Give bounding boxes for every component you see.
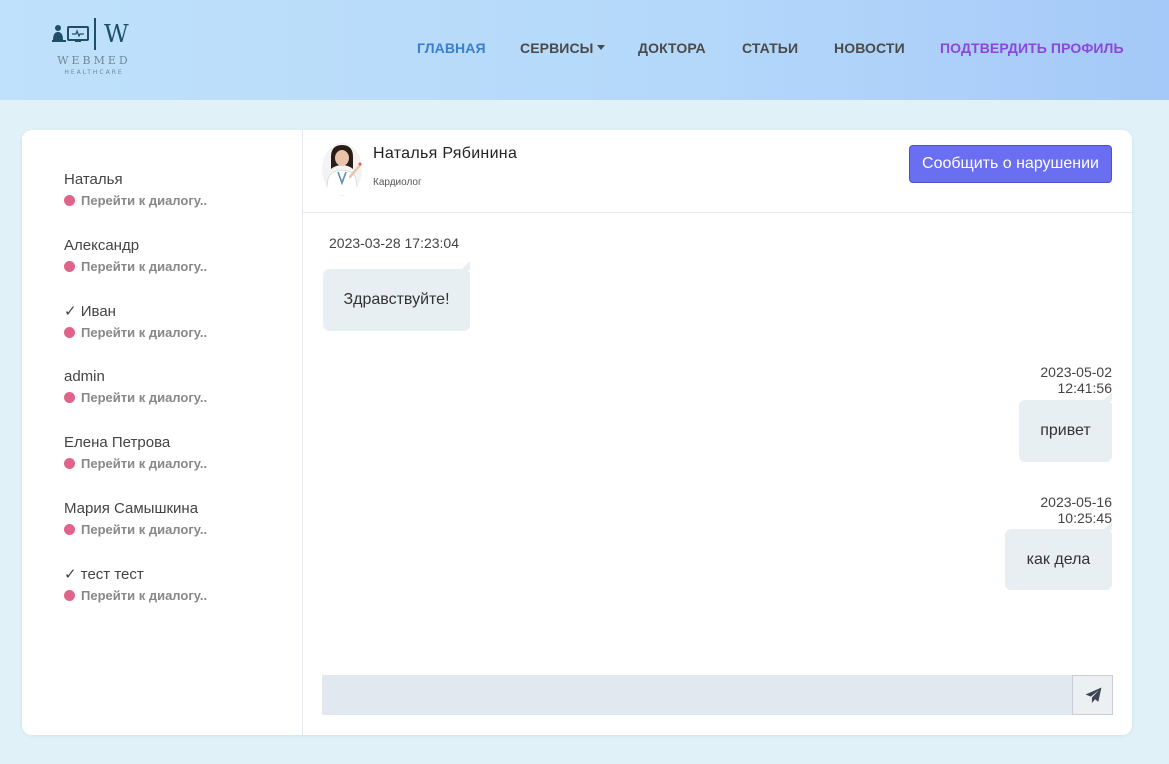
doctor-avatar [322,143,362,196]
dialog-contact-name: Мария Самышкина [64,500,199,517]
nav-doctors[interactable]: ДОКТОРА [638,40,706,56]
dialog-status-label: Перейти к диалогу.. [81,193,208,208]
message-timestamp: 2023-03-28 17:23:04 [329,235,459,251]
dialog-item[interactable]: admin Перейти к диалогу.. [64,367,284,405]
dialog-open-link[interactable]: Перейти к диалогу.. [64,588,284,603]
message-bubble-incoming: Здравствуйте! [323,261,470,331]
webmed-logo[interactable]: W WEBMED HEALTHCARE [50,16,140,82]
status-dot [64,327,75,338]
dialog-open-link[interactable]: Перейти к диалогу.. [64,522,284,537]
nav-news[interactable]: НОВОСТИ [834,40,905,56]
top-navbar: W WEBMED HEALTHCARE ГЛАВНАЯ СЕРВИСЫ ДОКТ… [0,0,1169,100]
status-dot [64,195,75,206]
dialog-contact-name: admin [64,368,105,385]
dialog-item[interactable]: Мария Самышкина Перейти к диалогу.. [64,499,284,537]
chat-card: Наталья Перейти к диалогу.. Александр Пе… [22,130,1132,735]
message-bubble-outgoing: как дела [1005,521,1112,590]
nav-services-dropdown[interactable]: СЕРВИСЫ [520,40,606,56]
dialog-item[interactable]: Александр Перейти к диалогу.. [64,236,284,274]
message-composer [322,675,1113,715]
status-dot [64,524,75,535]
dialog-status-label: Перейти к диалогу.. [81,588,208,603]
dialog-item[interactable]: Наталья Перейти к диалогу.. [64,170,284,208]
dialog-contact-name: Наталья [64,171,123,188]
dialog-contact-name: Александр [64,237,140,254]
nav-articles[interactable]: СТАТЬИ [742,40,798,56]
dialog-contact-name: Елена Петрова [64,434,171,451]
dialog-item[interactable]: ✓ тест тест Перейти к диалогу.. [64,565,284,603]
chat-header: Наталья Рябинина Кардиолог Сообщить о на… [303,130,1132,213]
message-input[interactable] [322,675,1072,715]
doctor-specialty: Кардиолог [373,177,422,188]
dialog-status-label: Перейти к диалогу.. [81,456,208,471]
dialog-status-label: Перейти к диалогу.. [81,325,208,340]
dialog-open-link[interactable]: Перейти к диалогу.. [64,193,284,208]
dialog-contact-name: ✓ Иван [64,303,116,320]
dialog-open-link[interactable]: Перейти к диалогу.. [64,390,284,405]
dialog-contact-name: ✓ тест тест [64,566,144,583]
dialog-open-link[interactable]: Перейти к диалогу.. [64,325,284,340]
doctor-computer-icon [52,25,89,42]
doctor-portrait-icon [322,143,362,196]
message-timestamp: 2023-05-02 12:41:56 [1040,364,1112,396]
dialog-status-label: Перейти к диалогу.. [81,522,208,537]
logo-divider [94,18,96,50]
caret-down-icon [597,45,606,50]
logo-letter: W [104,20,129,48]
status-dot [64,261,75,272]
dialog-status-label: Перейти к диалогу.. [81,259,208,274]
send-button[interactable] [1072,675,1113,715]
dialog-list: Наталья Перейти к диалогу.. Александр Пе… [22,130,303,735]
nav-services-label: СЕРВИСЫ [520,40,594,56]
doctor-name: Наталья Рябинина [373,145,518,162]
status-dot [64,458,75,469]
report-violation-button[interactable]: Сообщить о нарушении [909,145,1112,183]
logo-wordmark: WEBMED [57,54,131,67]
dialog-open-link[interactable]: Перейти к диалогу.. [64,259,284,274]
dialog-item[interactable]: ✓ Иван Перейти к диалогу.. [64,302,284,340]
message-bubble-outgoing: привет [1019,392,1112,462]
nav-confirm-profile[interactable]: ПОДТВЕРДИТЬ ПРОФИЛЬ [940,40,1124,56]
logo-tagline: HEALTHCARE [64,69,124,76]
message-timestamp: 2023-05-16 10:25:45 [1040,494,1112,526]
nav-home[interactable]: ГЛАВНАЯ [417,40,486,56]
status-dot [64,590,75,601]
dialog-item[interactable]: Елена Петрова Перейти к диалогу.. [64,433,284,471]
dialog-status-label: Перейти к диалогу.. [81,390,208,405]
status-dot [64,392,75,403]
paper-plane-icon [1085,687,1102,703]
dialog-open-link[interactable]: Перейти к диалогу.. [64,456,284,471]
chat-panel: Наталья Рябинина Кардиолог Сообщить о на… [303,130,1132,735]
